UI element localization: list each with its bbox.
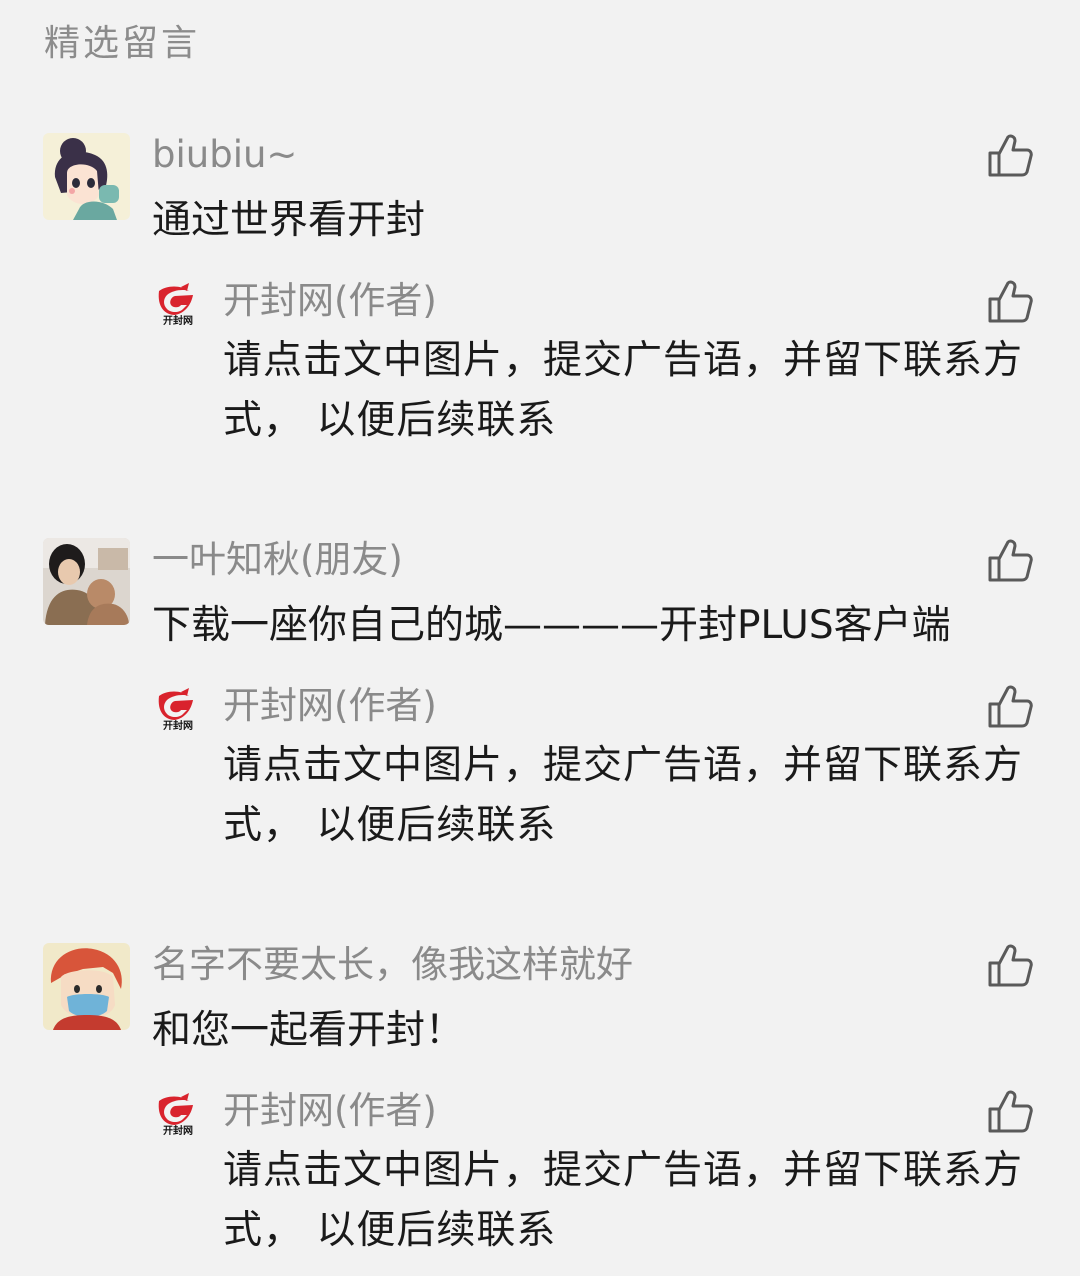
kaifeng-logo: 开封网 <box>153 1093 203 1139</box>
logo-text: 开封网 <box>163 719 193 732</box>
avatar[interactable] <box>43 133 130 220</box>
photo-person-avatar-icon <box>43 538 130 625</box>
cartoon-boy-mask-avatar-icon <box>43 943 130 1030</box>
reply-content: 请点击文中图片，提交广告语，并留下联系方式， 以便后续联系 <box>223 338 1024 443</box>
reply-content: 请点击文中图片，提交广告语，并留下联系方式， 以便后续联系 <box>223 1148 1024 1253</box>
avatar[interactable] <box>43 943 130 1030</box>
kaifeng-logo-icon: 开封网 <box>158 1093 193 1137</box>
comment-nickname[interactable]: biubiu~ <box>152 133 297 177</box>
avatar[interactable] <box>43 538 130 625</box>
thumbs-up-icon <box>988 280 1033 323</box>
comment-nickname[interactable]: 一叶知秋(朋友) <box>152 538 403 582</box>
like-button[interactable] <box>986 684 1034 730</box>
logo-text: 开封网 <box>163 1124 193 1137</box>
kaifeng-logo: 开封网 <box>153 688 203 734</box>
like-button[interactable] <box>986 538 1034 584</box>
like-button[interactable] <box>986 1089 1034 1135</box>
reply-author-name[interactable]: 开封网(作者) <box>223 684 437 728</box>
comment-content: 下载一座你自己的城————开封PLUS客户端 <box>152 603 951 648</box>
kaifeng-logo: 开封网 <box>153 283 203 329</box>
comment-nickname[interactable]: 名字不要太长，像我这样就好 <box>152 943 633 987</box>
thumbs-up-icon <box>988 685 1033 728</box>
comment-content: 通过世界看开封 <box>152 198 426 243</box>
reply-author-name[interactable]: 开封网(作者) <box>223 1089 437 1133</box>
reply-content: 请点击文中图片，提交广告语，并留下联系方式， 以便后续联系 <box>223 743 1024 848</box>
like-button[interactable] <box>986 279 1034 325</box>
section-title: 精选留言 <box>44 23 201 64</box>
thumbs-up-icon <box>988 539 1033 582</box>
like-button[interactable] <box>986 133 1034 179</box>
logo-text: 开封网 <box>163 314 193 327</box>
thumbs-up-icon <box>988 134 1033 177</box>
comment-content: 和您一起看开封！ <box>152 1008 465 1053</box>
cartoon-girl-avatar-icon <box>43 133 130 220</box>
reply-author-name[interactable]: 开封网(作者) <box>223 279 437 323</box>
kaifeng-logo-icon: 开封网 <box>158 283 193 327</box>
thumbs-up-icon <box>988 1090 1033 1133</box>
kaifeng-logo-icon: 开封网 <box>158 688 193 732</box>
thumbs-up-icon <box>988 944 1033 987</box>
like-button[interactable] <box>986 943 1034 989</box>
